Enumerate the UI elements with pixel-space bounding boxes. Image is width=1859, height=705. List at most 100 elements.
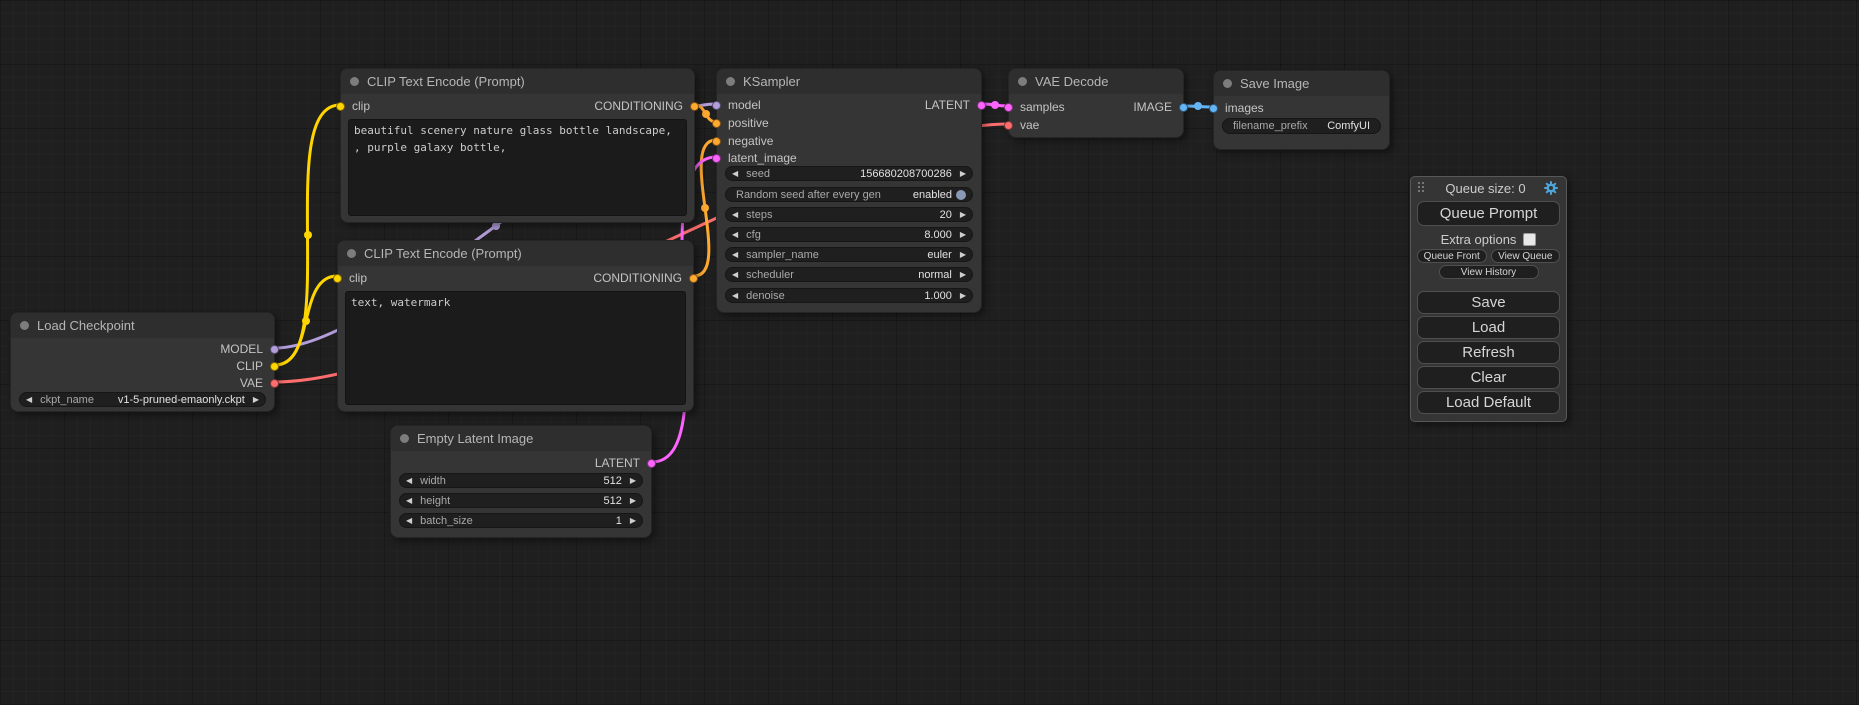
next-arrow-icon[interactable]: ▶	[630, 497, 636, 505]
model-port-icon[interactable]	[712, 101, 721, 110]
clear-button[interactable]: Clear	[1417, 366, 1560, 389]
output-slot-model: MODEL	[220, 341, 279, 357]
steps-widget[interactable]: ◀ steps 20 ▶	[725, 207, 973, 222]
collapse-toggle-icon[interactable]	[20, 321, 29, 330]
collapse-toggle-icon[interactable]	[1018, 77, 1027, 86]
refresh-button[interactable]: Refresh	[1417, 341, 1560, 364]
next-arrow-icon[interactable]: ▶	[960, 170, 966, 178]
width-widget[interactable]: ◀ width 512 ▶	[399, 473, 643, 488]
node-vae-decode[interactable]: VAE Decode samples vae IMAGE	[1008, 68, 1184, 138]
latent-port-icon[interactable]	[977, 101, 986, 110]
prev-arrow-icon[interactable]: ◀	[406, 517, 412, 525]
positive-prompt-textarea[interactable]: beautiful scenery nature glass bottle la…	[348, 119, 687, 216]
node-vae-decode-titlebar[interactable]: VAE Decode	[1009, 69, 1183, 94]
input-slot-positive: positive	[712, 115, 769, 131]
view-queue-button[interactable]: View Queue	[1491, 249, 1561, 263]
cfg-widget[interactable]: ◀ cfg 8.000 ▶	[725, 227, 973, 242]
extra-options-checkbox[interactable]	[1523, 233, 1536, 246]
next-arrow-icon[interactable]: ▶	[630, 517, 636, 525]
conditioning-port-icon[interactable]	[690, 102, 699, 111]
seed-widget[interactable]: ◀ seed 156680208700286 ▶	[725, 166, 973, 181]
comfyui-canvas[interactable]: { "colors": { "model": "#B39DDB", "clip"…	[0, 0, 1859, 705]
queue-front-button[interactable]: Queue Front	[1417, 249, 1487, 263]
latent-port-icon[interactable]	[647, 459, 656, 468]
view-history-button[interactable]: View History	[1439, 265, 1539, 279]
node-clip-positive-titlebar[interactable]: CLIP Text Encode (Prompt)	[341, 69, 694, 94]
input-slot-images: images	[1209, 100, 1264, 116]
random-seed-toggle-widget[interactable]: Random seed after every gen enabled	[725, 187, 973, 202]
slot-label-image: IMAGE	[1133, 100, 1172, 114]
load-button[interactable]: Load	[1417, 316, 1560, 339]
node-load-checkpoint[interactable]: Load Checkpoint MODEL CLIP VAE ◀ ckpt_na…	[10, 312, 275, 412]
denoise-widget[interactable]: ◀ denoise 1.000 ▶	[725, 288, 973, 303]
next-arrow-icon[interactable]: ▶	[960, 292, 966, 300]
collapse-toggle-icon[interactable]	[726, 77, 735, 86]
slot-label-conditioning: CONDITIONING	[594, 99, 683, 113]
widget-label: denoise	[746, 290, 785, 302]
node-ksampler-titlebar[interactable]: KSampler	[717, 69, 981, 94]
collapse-toggle-icon[interactable]	[400, 434, 409, 443]
conditioning-port-icon[interactable]	[712, 137, 721, 146]
vae-port-icon[interactable]	[1004, 121, 1013, 130]
next-arrow-icon[interactable]: ▶	[960, 251, 966, 259]
node-load-checkpoint-titlebar[interactable]: Load Checkpoint	[11, 313, 274, 338]
node-empty-latent-image[interactable]: Empty Latent Image LATENT ◀ width 512 ▶ …	[390, 425, 652, 538]
node-save-image[interactable]: Save Image images filename_prefix ComfyU…	[1213, 70, 1390, 150]
vae-port-icon[interactable]	[270, 379, 279, 388]
widget-label: Random seed after every gen	[736, 189, 881, 201]
slot-label-model: MODEL	[220, 342, 263, 356]
widget-value: 20	[780, 209, 951, 221]
input-slot-latent-image: latent_image	[712, 150, 797, 166]
save-button[interactable]: Save	[1417, 291, 1560, 314]
drag-handle-icon[interactable]	[1418, 182, 1426, 194]
widget-value: 512	[458, 495, 622, 507]
node-save-image-titlebar[interactable]: Save Image	[1214, 71, 1389, 96]
queue-prompt-button[interactable]: Queue Prompt	[1417, 201, 1560, 226]
prev-arrow-icon[interactable]: ◀	[732, 271, 738, 279]
batch-size-widget[interactable]: ◀ batch_size 1 ▶	[399, 513, 643, 528]
scheduler-widget[interactable]: ◀ scheduler normal ▶	[725, 267, 973, 282]
next-arrow-icon[interactable]: ▶	[960, 231, 966, 239]
clip-port-icon[interactable]	[270, 362, 279, 371]
filename-prefix-widget[interactable]: filename_prefix ComfyUI	[1222, 118, 1381, 134]
widget-label: steps	[746, 209, 772, 221]
latent-port-icon[interactable]	[1004, 103, 1013, 112]
model-port-icon[interactable]	[270, 345, 279, 354]
prev-arrow-icon[interactable]: ◀	[406, 497, 412, 505]
latent-port-icon[interactable]	[712, 154, 721, 163]
clip-port-icon[interactable]	[333, 274, 342, 283]
prev-arrow-icon[interactable]: ◀	[732, 211, 738, 219]
prev-arrow-icon[interactable]: ◀	[732, 170, 738, 178]
node-clip-text-encode-positive[interactable]: CLIP Text Encode (Prompt) clip CONDITION…	[340, 68, 695, 223]
node-clip-text-encode-negative[interactable]: CLIP Text Encode (Prompt) clip CONDITION…	[337, 240, 694, 412]
prev-arrow-icon[interactable]: ◀	[732, 251, 738, 259]
next-arrow-icon[interactable]: ▶	[630, 477, 636, 485]
height-widget[interactable]: ◀ height 512 ▶	[399, 493, 643, 508]
collapse-toggle-icon[interactable]	[1223, 79, 1232, 88]
settings-gear-icon[interactable]	[1543, 180, 1559, 196]
node-clip-negative-titlebar[interactable]: CLIP Text Encode (Prompt)	[338, 241, 693, 266]
load-default-button[interactable]: Load Default	[1417, 391, 1560, 414]
collapse-toggle-icon[interactable]	[350, 77, 359, 86]
sampler-name-widget[interactable]: ◀ sampler_name euler ▶	[725, 247, 973, 262]
next-arrow-icon[interactable]: ▶	[960, 271, 966, 279]
collapse-toggle-icon[interactable]	[347, 249, 356, 258]
image-port-icon[interactable]	[1179, 103, 1188, 112]
node-empty-latent-titlebar[interactable]: Empty Latent Image	[391, 426, 651, 451]
next-arrow-icon[interactable]: ▶	[960, 211, 966, 219]
negative-prompt-textarea[interactable]: text, watermark	[345, 291, 686, 405]
next-arrow-icon[interactable]: ▶	[253, 396, 259, 404]
prev-arrow-icon[interactable]: ◀	[26, 396, 32, 404]
menu-header: Queue size: 0	[1411, 177, 1566, 199]
toggle-knob-icon[interactable]	[956, 190, 966, 200]
node-ksampler[interactable]: KSampler model positive negative latent_…	[716, 68, 982, 313]
prev-arrow-icon[interactable]: ◀	[732, 231, 738, 239]
conditioning-port-icon[interactable]	[689, 274, 698, 283]
slot-label-clip: clip	[349, 271, 367, 285]
prev-arrow-icon[interactable]: ◀	[732, 292, 738, 300]
ckpt-name-widget[interactable]: ◀ ckpt_name v1-5-pruned-emaonly.ckpt ▶	[19, 392, 266, 407]
clip-port-icon[interactable]	[336, 102, 345, 111]
image-port-icon[interactable]	[1209, 104, 1218, 113]
conditioning-port-icon[interactable]	[712, 119, 721, 128]
prev-arrow-icon[interactable]: ◀	[406, 477, 412, 485]
